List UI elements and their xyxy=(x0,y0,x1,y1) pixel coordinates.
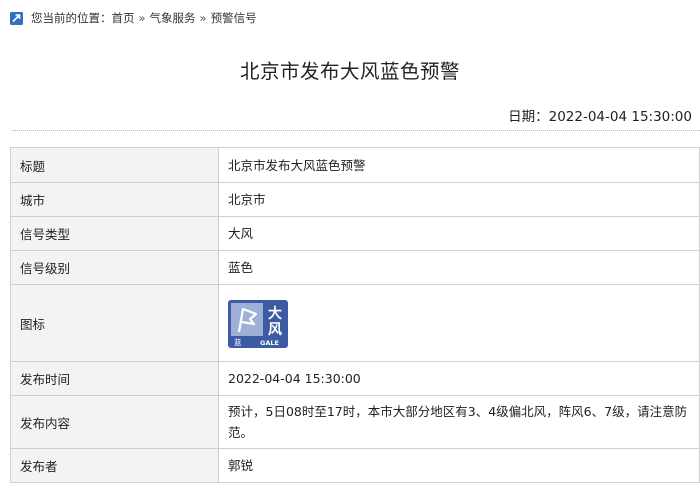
row-key: 发布者 xyxy=(10,448,219,483)
breadcrumb-separator: » xyxy=(138,11,146,25)
divider xyxy=(12,130,700,131)
page-title: 北京市发布大风蓝色预警 xyxy=(239,60,460,83)
row-value: 北京市 xyxy=(218,182,700,217)
table-row-icon: 图标 蓝 大 风 GALE xyxy=(10,284,700,362)
level-char: 蓝 xyxy=(234,337,242,347)
publish-date: 日期：2022-04-04 15:30:00 xyxy=(508,105,692,125)
warning-info-table: 标题 北京市发布大风蓝色预警 城市 北京市 信号类型 大风 信号级别 蓝色 图标… xyxy=(10,147,700,483)
row-value: 大风 xyxy=(218,216,700,251)
breadcrumb-home-link[interactable]: 首页 xyxy=(112,10,135,26)
gale-english-label: GALE xyxy=(260,339,279,347)
table-row-publisher: 发布者 郭锐 xyxy=(10,448,700,483)
row-key: 发布内容 xyxy=(10,395,219,449)
row-value: 预计，5日08时至17时，本市大部分地区有3、4级偏北风，阵风6、7级，请注意防… xyxy=(218,395,700,449)
row-key: 图标 xyxy=(10,284,219,362)
location-icon xyxy=(10,11,23,25)
row-value: 蓝 大 风 GALE xyxy=(218,284,700,362)
row-value: 蓝色 xyxy=(218,250,700,285)
gale-char-bottom: 风 xyxy=(268,322,282,338)
breadcrumb-weather-service-link[interactable]: 气象服务 xyxy=(150,10,196,26)
row-key: 信号级别 xyxy=(10,250,219,285)
table-row-signal-type: 信号类型 大风 xyxy=(10,216,700,251)
row-key: 发布时间 xyxy=(10,361,219,396)
breadcrumb-separator: » xyxy=(199,11,207,25)
row-key: 城市 xyxy=(10,182,219,217)
gale-char-top: 大 xyxy=(268,305,282,322)
table-row-publish-time: 发布时间 2022-04-04 15:30:00 xyxy=(10,361,700,396)
gale-blue-warning-icon: 蓝 大 风 GALE xyxy=(228,300,288,348)
date-label: 日期： xyxy=(508,109,549,125)
row-value: 郭锐 xyxy=(218,448,700,483)
table-row-signal-level: 信号级别 蓝色 xyxy=(10,250,700,285)
table-row-city: 城市 北京市 xyxy=(10,182,700,217)
breadcrumb-prefix: 您当前的位置： xyxy=(31,11,112,25)
table-row-publish-content: 发布内容 预计，5日08时至17时，本市大部分地区有3、4级偏北风，阵风6、7级… xyxy=(10,395,700,449)
row-key: 信号类型 xyxy=(10,216,219,251)
breadcrumb-warning-signal-link[interactable]: 预警信号 xyxy=(211,10,257,26)
row-value: 2022-04-04 15:30:00 xyxy=(218,361,700,396)
row-value: 北京市发布大风蓝色预警 xyxy=(218,147,700,183)
breadcrumb: 您当前的位置： 首页 » 气象服务 » 预警信号 xyxy=(10,9,257,27)
table-row-title: 标题 北京市发布大风蓝色预警 xyxy=(10,147,700,183)
row-key: 标题 xyxy=(10,147,219,183)
date-value: 2022-04-04 15:30:00 xyxy=(548,109,692,125)
